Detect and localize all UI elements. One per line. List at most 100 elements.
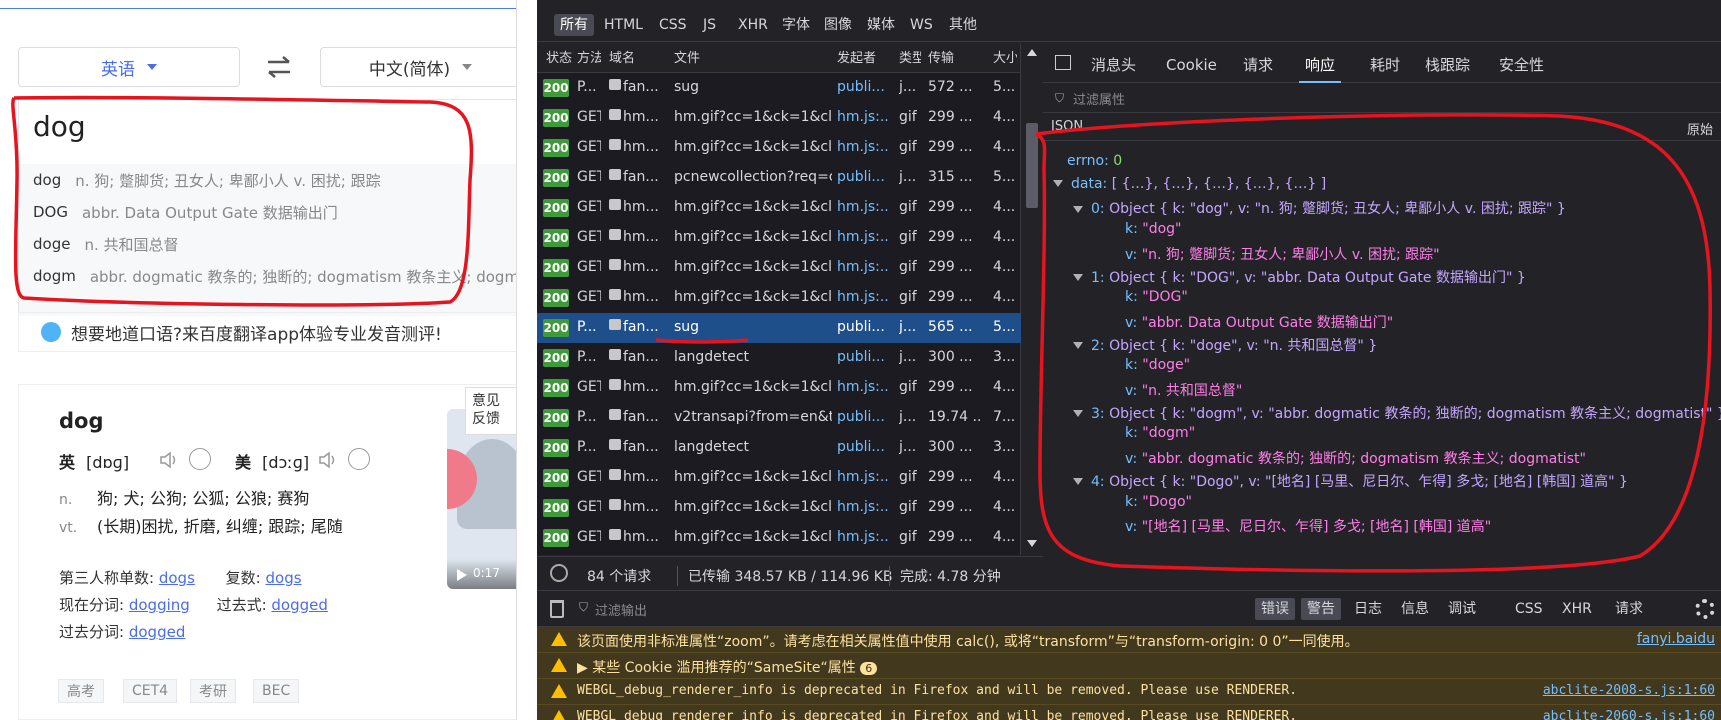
tab-response[interactable]: 响应 <box>1299 49 1342 83</box>
json-node[interactable]: 2: Object { k: "doge", v: "n. 共和国总督" } <box>1073 335 1377 355</box>
play-slow-icon[interactable] <box>189 448 211 470</box>
form-link[interactable]: dogs <box>159 569 195 587</box>
table-row[interactable]: 200 GET hm... hm.gif?cc=1&ck=1&cl= hm.js:...… <box>537 463 1021 493</box>
table-row[interactable]: 200 GET hm... hm.gif?cc=1&ck=1&cl= hm.js:...… <box>537 253 1021 283</box>
exam-tag[interactable]: BEC <box>253 679 300 703</box>
app-promo-banner[interactable]: 想要地道口语?来百度翻译app体验专业发音测评! <box>18 312 516 352</box>
level-info[interactable]: 信息 <box>1395 598 1435 620</box>
json-node[interactable]: 0: Object { k: "dog", v: "n. 狗; 蹩脚货; 丑女人… <box>1073 198 1566 218</box>
filter-tab-images[interactable]: 图像 <box>818 14 858 36</box>
video-thumbnail[interactable]: 0:17 <box>447 409 516 589</box>
cell-initiator[interactable]: hm.js:... <box>837 529 889 545</box>
expand-triangle-icon[interactable] <box>1073 274 1083 281</box>
form-link[interactable]: dogged <box>129 623 186 641</box>
type-requests[interactable]: 请求 <box>1609 598 1649 620</box>
table-row[interactable]: 200 GET hm... hm.gif?cc=1&ck=1&cl= hm.js:...… <box>537 193 1021 223</box>
level-warnings[interactable]: 警告 <box>1301 598 1341 620</box>
tab-request[interactable]: 请求 <box>1243 49 1273 83</box>
console-filter-input[interactable]: 过滤输出 <box>595 600 647 619</box>
column-header[interactable]: 传输 <box>928 47 978 66</box>
filter-tab-all[interactable]: 所有 <box>554 14 594 36</box>
scroll-down-icon[interactable] <box>1027 540 1037 547</box>
level-debug[interactable]: 调试 <box>1442 598 1482 620</box>
console-warning[interactable]: ▶ 某些 Cookie 滥用推荐的“SameSite“属性 6 <box>537 653 1721 679</box>
json-node[interactable]: data: [ {…}, {…}, {…}, {…}, {…} ] <box>1053 176 1326 192</box>
column-header[interactable]: 状态 <box>546 47 572 66</box>
request-scrollbar[interactable] <box>1021 43 1043 555</box>
suggestion-item[interactable]: doge n. 共和国总督 <box>19 228 516 260</box>
filter-tab-xhr[interactable]: XHR <box>732 14 774 36</box>
source-language-select[interactable]: 英语 <box>18 47 240 87</box>
property-filter[interactable]: ⛉ 过滤属性 <box>1043 83 1721 113</box>
suggestion-item[interactable]: DOG abbr. Data Output Gate 数据输出门 <box>19 196 516 228</box>
column-header[interactable]: 方法 <box>577 47 601 66</box>
play-slow-icon[interactable] <box>348 448 370 470</box>
expand-triangle-icon[interactable] <box>1073 205 1083 213</box>
tab-cookie[interactable]: Cookie <box>1166 49 1217 83</box>
tab-headers[interactable]: 消息头 <box>1091 49 1136 83</box>
json-node[interactable]: 3: Object { k: "dogm", v: "abbr. dogmati… <box>1073 403 1721 423</box>
table-row[interactable]: 200 GET fan... pcnewcollection?req=cl publi.… <box>537 163 1021 193</box>
type-css[interactable]: CSS <box>1509 598 1549 620</box>
cell-initiator[interactable]: publi... <box>837 169 889 185</box>
exam-tag[interactable]: 考研 <box>190 679 236 703</box>
column-header[interactable]: 类型 <box>899 47 921 66</box>
expand-triangle-icon[interactable] <box>1073 342 1083 350</box>
cell-initiator[interactable]: hm.js:... <box>837 499 889 515</box>
form-link[interactable]: dogs <box>266 569 302 587</box>
timer-icon[interactable] <box>550 564 568 582</box>
console-source-link[interactable]: abclite-2008-s.js:1:60 <box>1543 683 1715 698</box>
expand-triangle-icon[interactable] <box>1053 180 1063 188</box>
type-xhr[interactable]: XHR <box>1556 598 1598 620</box>
form-link[interactable]: dogging <box>129 596 190 614</box>
filter-tab-js[interactable]: JS <box>697 14 722 36</box>
filter-tab-ws[interactable]: WS <box>904 14 939 36</box>
filter-tab-css[interactable]: CSS <box>653 14 693 36</box>
trash-icon[interactable] <box>550 600 564 618</box>
json-node[interactable]: 4: Object { k: "Dogo", v: "[地名] [马里、尼日尔、… <box>1073 471 1628 491</box>
scrollbar-thumb[interactable] <box>1026 123 1038 208</box>
suggestion-item[interactable]: dogm abbr. dogmatic 教条的; 独断的; dogmatism 教… <box>19 260 516 292</box>
table-row[interactable]: 200 GET hm... hm.gif?cc=1&ck=1&cl= hm.js:...… <box>537 373 1021 403</box>
cell-initiator[interactable]: publi... <box>837 79 889 95</box>
column-header[interactable]: 大小 <box>993 47 1017 66</box>
filter-tab-other[interactable]: 其他 <box>943 14 983 36</box>
cell-initiator[interactable]: hm.js:... <box>837 289 889 305</box>
level-errors[interactable]: 错误 <box>1255 598 1295 620</box>
tab-security[interactable]: 安全性 <box>1499 49 1544 83</box>
table-row[interactable]: 200 GET hm... hm.gif?cc=1&ck=1&cl= hm.js:...… <box>537 283 1021 313</box>
column-header[interactable]: 域名 <box>609 47 659 66</box>
table-row[interactable]: 200 GET hm... hm.gif?cc=1&ck=1&cl= hm.js:...… <box>537 133 1021 163</box>
expand-triangle-icon[interactable] <box>1073 478 1083 486</box>
cell-initiator[interactable]: publi... <box>837 349 889 365</box>
console-source-link[interactable]: abclite-2060-s.js:1:60 <box>1543 709 1715 720</box>
table-row[interactable]: 200 P... fan... v2transapi?from=en&to publi.… <box>537 403 1021 433</box>
scroll-up-icon[interactable] <box>1027 49 1037 56</box>
table-row[interactable]: 200 P... fan... sug publi... j... 565 ... 5... <box>537 313 1021 343</box>
table-row[interactable]: 200 P... fan... langdetect publi... j... 300 .… <box>537 433 1021 463</box>
cell-initiator[interactable]: hm.js:... <box>837 259 889 275</box>
play-icon[interactable] <box>457 569 467 581</box>
cell-initiator[interactable]: hm.js:... <box>837 229 889 245</box>
column-header[interactable]: 发起者 <box>837 47 887 66</box>
filter-tab-fonts[interactable]: 字体 <box>776 14 816 36</box>
expand-triangle-icon[interactable] <box>1073 410 1083 418</box>
table-row[interactable]: 200 GET hm... hm.gif?cc=1&ck=1&cl= hm.js:...… <box>537 493 1021 523</box>
cell-initiator[interactable]: hm.js:... <box>837 139 889 155</box>
cell-initiator[interactable]: hm.js:... <box>837 199 889 215</box>
table-row[interactable]: 200 P... fan... sug publi... j... 572 ... 5... <box>537 73 1021 103</box>
tab-stack-trace[interactable]: 栈跟踪 <box>1425 49 1470 83</box>
feedback-button[interactable]: 意见反馈 <box>465 387 516 435</box>
table-row[interactable]: 200 GET hm... hm.gif?cc=1&ck=1&cl= hm.js:...… <box>537 103 1021 133</box>
cell-initiator[interactable]: publi... <box>837 409 889 425</box>
table-row[interactable]: 200 GET hm... hm.gif?cc=1&ck=1&cl= hm.js:...… <box>537 523 1021 553</box>
suggestion-item[interactable]: dog n. 狗; 蹩脚货; 丑女人; 卑鄙小人 v. 困扰; 跟踪 <box>19 164 516 196</box>
source-text-input[interactable]: dog dog n. 狗; 蹩脚货; 丑女人; 卑鄙小人 v. 困扰; 跟踪 DO… <box>18 99 516 316</box>
cell-initiator[interactable]: hm.js:... <box>837 469 889 485</box>
raw-toggle[interactable]: 原始 <box>1687 119 1713 138</box>
form-link[interactable]: dogged <box>271 596 328 614</box>
toggle-sidebar-icon[interactable] <box>1055 55 1071 70</box>
target-language-select[interactable]: 中文(简体) <box>320 47 516 87</box>
tab-timings[interactable]: 耗时 <box>1370 49 1400 83</box>
cell-initiator[interactable]: hm.js:... <box>837 379 889 395</box>
